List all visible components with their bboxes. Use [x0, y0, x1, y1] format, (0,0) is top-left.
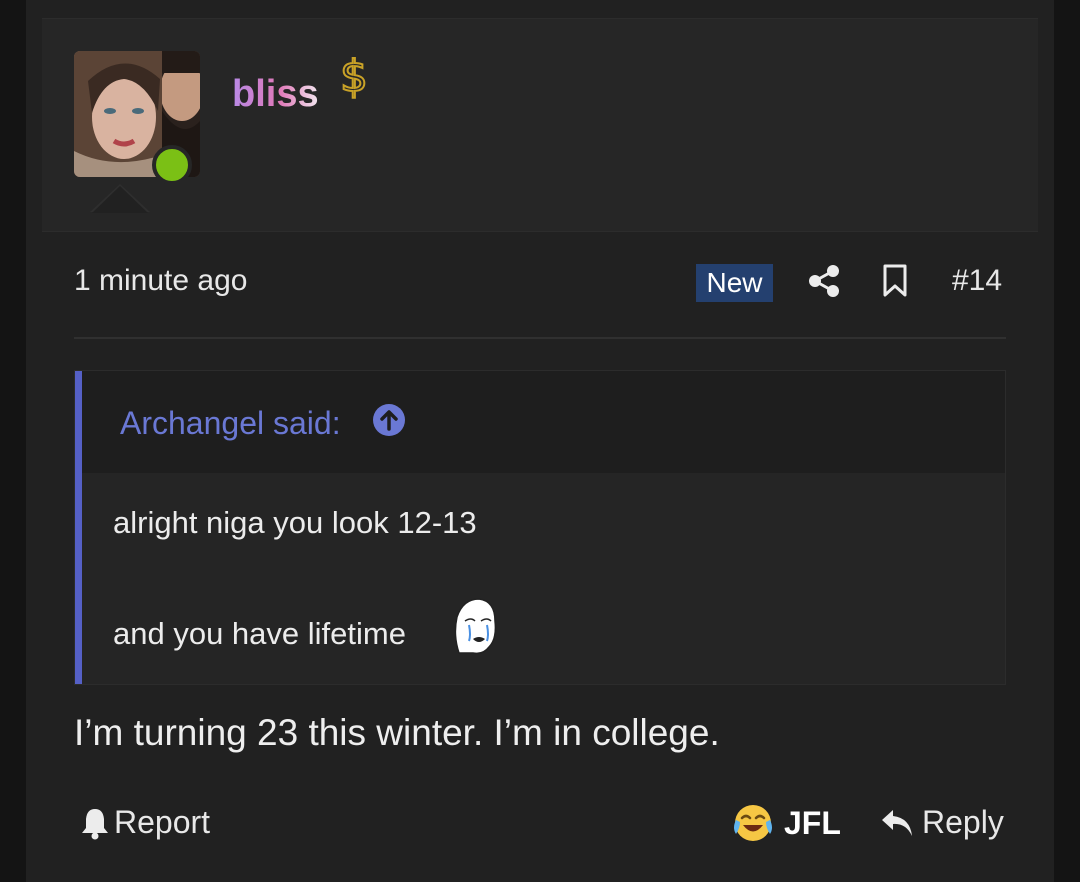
reply-button[interactable]: Reply — [880, 804, 1004, 841]
tears-of-joy-emoji-icon — [734, 805, 772, 841]
post-timestamp[interactable]: 1 minute ago — [74, 264, 247, 298]
post-body: I’m turning 23 this winter. I’m in colle… — [74, 712, 720, 753]
share-icon[interactable] — [808, 264, 840, 298]
quote-text-line: alright niga you look 12-13 — [113, 505, 477, 540]
report-label: Report — [114, 804, 211, 840]
arrow-up-circle-icon[interactable] — [372, 403, 406, 437]
reaction-button[interactable]: JFL — [732, 802, 841, 844]
quote-accent-bar — [75, 371, 82, 684]
quote-text-line: and you have lifetime — [113, 616, 406, 651]
username[interactable]: bliss — [232, 73, 319, 116]
user-info-block: bliss $ — [42, 18, 1038, 232]
dollar-sign-icon: $ — [339, 51, 369, 101]
svg-text:$: $ — [340, 51, 368, 101]
crying-wojak-icon — [454, 598, 497, 655]
online-status-indicator — [152, 145, 192, 185]
quote-header: Archangel said: — [82, 371, 1005, 473]
quote-author[interactable]: Archangel said: — [120, 405, 341, 442]
new-badge: New — [696, 264, 773, 302]
bell-icon — [82, 808, 108, 839]
report-button[interactable]: Report — [80, 804, 210, 841]
bookmark-icon[interactable] — [882, 264, 908, 298]
reply-label: Reply — [922, 804, 1004, 840]
user-block-pointer-fill — [92, 186, 148, 213]
divider — [74, 337, 1006, 339]
quote-block: Archangel said: alright niga you look 12… — [74, 370, 1006, 685]
reply-arrow-icon — [882, 809, 912, 836]
post-container: bliss $ 1 minute ago New #14 Archangel s… — [26, 0, 1054, 882]
post-number[interactable]: #14 — [952, 264, 1002, 298]
reaction-label: JFL — [784, 804, 841, 841]
